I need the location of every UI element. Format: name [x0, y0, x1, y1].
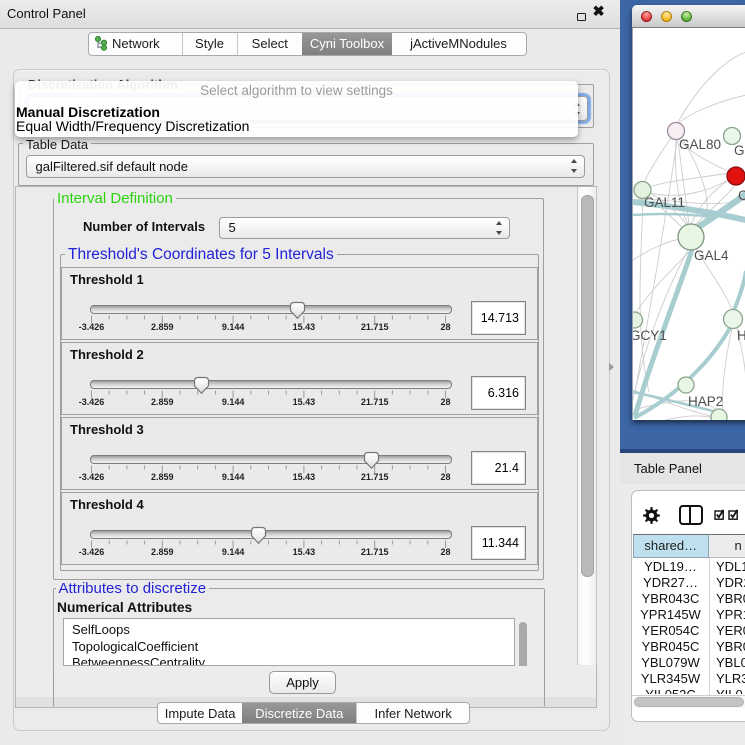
- svg-text:GAL80: GAL80: [679, 137, 721, 152]
- svg-text:GAL11: GAL11: [644, 195, 685, 210]
- svg-text:HAP2: HAP2: [688, 394, 723, 409]
- svg-text:G: G: [734, 143, 745, 158]
- svg-text:GCY1: GCY1: [633, 328, 667, 343]
- svg-text:H: H: [737, 328, 745, 343]
- svg-text:GAL4: GAL4: [694, 248, 729, 263]
- svg-text:C: C: [738, 188, 745, 203]
